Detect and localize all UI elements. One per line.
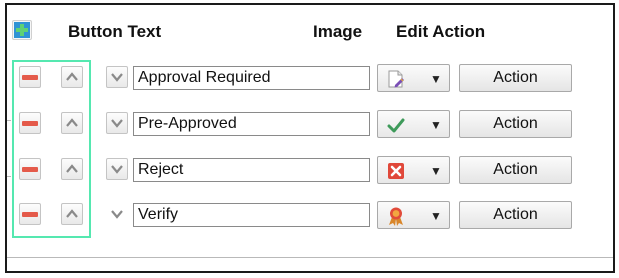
chevron-up-icon: [66, 118, 78, 127]
chevron-up-icon: [66, 72, 78, 81]
column-header-image: Image: [313, 22, 363, 41]
button-row: Verify ▼ Action: [0, 199, 619, 229]
edit-action-button[interactable]: Action: [459, 64, 572, 92]
plus-icon: [14, 22, 30, 38]
image-dropdown[interactable]: ▼: [377, 64, 450, 92]
add-row-button[interactable]: [12, 20, 32, 40]
move-down-button[interactable]: [106, 66, 128, 88]
button-text-input[interactable]: Approval Required: [133, 66, 370, 90]
minus-icon: [22, 167, 38, 172]
move-up-button[interactable]: [61, 112, 83, 134]
document-pencil-icon: [388, 70, 404, 88]
move-down-button[interactable]: [106, 112, 128, 134]
column-header-button-text: Button Text: [68, 22, 162, 41]
red-x-icon: [388, 163, 404, 179]
edit-action-button[interactable]: Action: [459, 110, 572, 138]
image-dropdown[interactable]: ▼: [377, 110, 450, 138]
dropdown-caret-icon: ▼: [430, 118, 442, 132]
button-text-input[interactable]: Pre-Approved: [133, 112, 370, 136]
move-down-button[interactable]: [106, 203, 128, 225]
minus-icon: [22, 121, 38, 126]
edit-action-button[interactable]: Action: [459, 201, 572, 229]
remove-row-button[interactable]: [19, 158, 41, 180]
move-up-button[interactable]: [61, 203, 83, 225]
chevron-down-icon: [111, 210, 123, 219]
checkmark-icon: [387, 118, 405, 133]
minus-icon: [22, 212, 38, 217]
dropdown-caret-icon: ▼: [430, 209, 442, 223]
remove-row-button[interactable]: [19, 203, 41, 225]
button-text-input[interactable]: Verify: [133, 203, 370, 227]
remove-row-button[interactable]: [19, 66, 41, 88]
button-row: Pre-Approved ▼ Action: [0, 108, 619, 138]
image-dropdown[interactable]: ▼: [377, 201, 450, 229]
dropdown-caret-icon: ▼: [430, 72, 442, 86]
divider: [7, 257, 613, 258]
chevron-down-icon: [111, 165, 123, 174]
chevron-down-icon: [111, 73, 123, 82]
button-editor-panel: [5, 3, 615, 273]
chevron-down-icon: [111, 119, 123, 128]
button-row: Reject ▼ Action: [0, 154, 619, 184]
chevron-up-icon: [66, 209, 78, 218]
button-row: Approval Required ▼ Action: [0, 62, 619, 92]
chevron-up-icon: [66, 164, 78, 173]
move-up-button[interactable]: [61, 66, 83, 88]
dropdown-caret-icon: ▼: [430, 164, 442, 178]
column-header-edit-action: Edit Action: [396, 22, 486, 41]
move-down-button[interactable]: [106, 158, 128, 180]
image-dropdown[interactable]: ▼: [377, 156, 450, 184]
minus-icon: [22, 75, 38, 80]
ribbon-award-icon: [389, 207, 403, 226]
remove-row-button[interactable]: [19, 112, 41, 134]
button-text-input[interactable]: Reject: [133, 158, 370, 182]
edit-action-button[interactable]: Action: [459, 156, 572, 184]
move-up-button[interactable]: [61, 158, 83, 180]
